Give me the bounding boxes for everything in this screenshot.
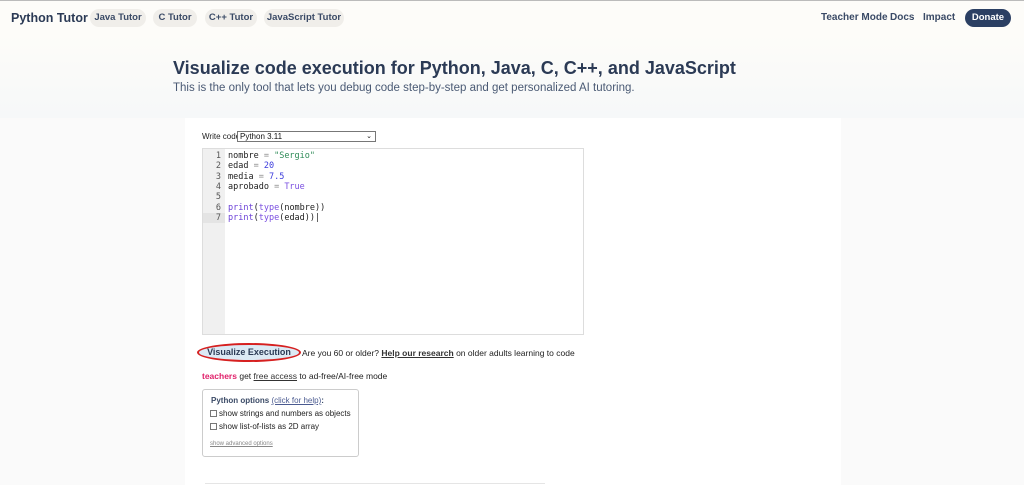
brand-logo[interactable]: Python Tutor: [11, 11, 88, 25]
tab-java-tutor[interactable]: Java Tutor: [90, 9, 146, 27]
code-line: print(type(nombre)): [228, 202, 326, 213]
python-options-panel: Python options (click for help): show st…: [202, 389, 359, 457]
get-text: get: [239, 371, 252, 381]
options-help-link[interactable]: (click for help): [271, 396, 321, 405]
donate-button[interactable]: Donate: [965, 9, 1011, 27]
mode-text: to ad-free/AI-free mode: [299, 371, 388, 381]
code-editor[interactable]: 1 2 3 4 5 6 7 nombre = "Sergio" edad = 2…: [202, 148, 584, 335]
language-select[interactable]: Python 3.11 ⌄: [237, 131, 376, 142]
free-access-link[interactable]: free access: [254, 371, 297, 381]
tab-javascript-tutor[interactable]: JavaScript Tutor: [264, 9, 344, 27]
checkbox[interactable]: [210, 423, 217, 430]
line-number: 1: [215, 151, 221, 161]
divider: [205, 483, 545, 484]
tab-c-tutor[interactable]: C Tutor: [153, 9, 197, 27]
hero-banner: Visualize code execution for Python, Jav…: [0, 35, 1024, 118]
research-text: Are you 60 or older? Help our research o…: [302, 348, 575, 358]
teachers-link[interactable]: teachers: [202, 371, 237, 381]
page-title: Visualize code execution for Python, Jav…: [173, 58, 736, 78]
show-advanced-options-link[interactable]: show advanced options: [210, 441, 273, 447]
language-value: Python 3.11: [240, 132, 283, 141]
options-colon: :: [321, 396, 324, 405]
code-line: edad = 20: [228, 161, 275, 172]
code-line: nombre = "Sergio": [228, 151, 316, 161]
research-post: on older adults learning to code: [456, 348, 575, 358]
code-line: media = 7.5: [228, 171, 285, 182]
strings-as-objects-option[interactable]: show strings and numbers as objects: [210, 409, 351, 418]
line-number: 6: [215, 202, 221, 213]
line-number: 7: [203, 212, 225, 224]
teachers-text: teachers get free access to ad-free/AI-f…: [202, 371, 387, 381]
tab-cpp-tutor[interactable]: C++ Tutor: [205, 9, 257, 27]
code-line: print(type(edad))|: [228, 212, 321, 223]
line-number: 2: [215, 161, 221, 172]
chevron-down-icon: ⌄: [366, 133, 372, 140]
docs-link[interactable]: Docs: [890, 12, 914, 23]
line-number: 3: [215, 171, 221, 182]
visualize-execution-button[interactable]: Visualize Execution: [197, 343, 301, 362]
option-label: show strings and numbers as objects: [219, 409, 351, 418]
impact-link[interactable]: Impact: [923, 12, 955, 23]
code-line: aprobado = True: [228, 181, 305, 192]
help-research-link[interactable]: Help our research: [381, 348, 453, 358]
list-2d-array-option[interactable]: show list-of-lists as 2D array: [210, 422, 319, 431]
research-question: Are you 60 or older?: [302, 348, 380, 358]
line-number: 4: [215, 181, 221, 192]
line-number: 5: [215, 192, 221, 203]
teacher-mode-link[interactable]: Teacher Mode: [821, 12, 888, 23]
checkbox[interactable]: [210, 410, 217, 417]
top-nav: Python Tutor Java Tutor C Tutor C++ Tuto…: [0, 0, 1024, 35]
options-title-text: Python options: [211, 396, 270, 405]
options-title: Python options (click for help):: [211, 396, 324, 405]
option-label: show list-of-lists as 2D array: [219, 422, 320, 431]
page-subtitle: This is the only tool that lets you debu…: [173, 82, 635, 94]
